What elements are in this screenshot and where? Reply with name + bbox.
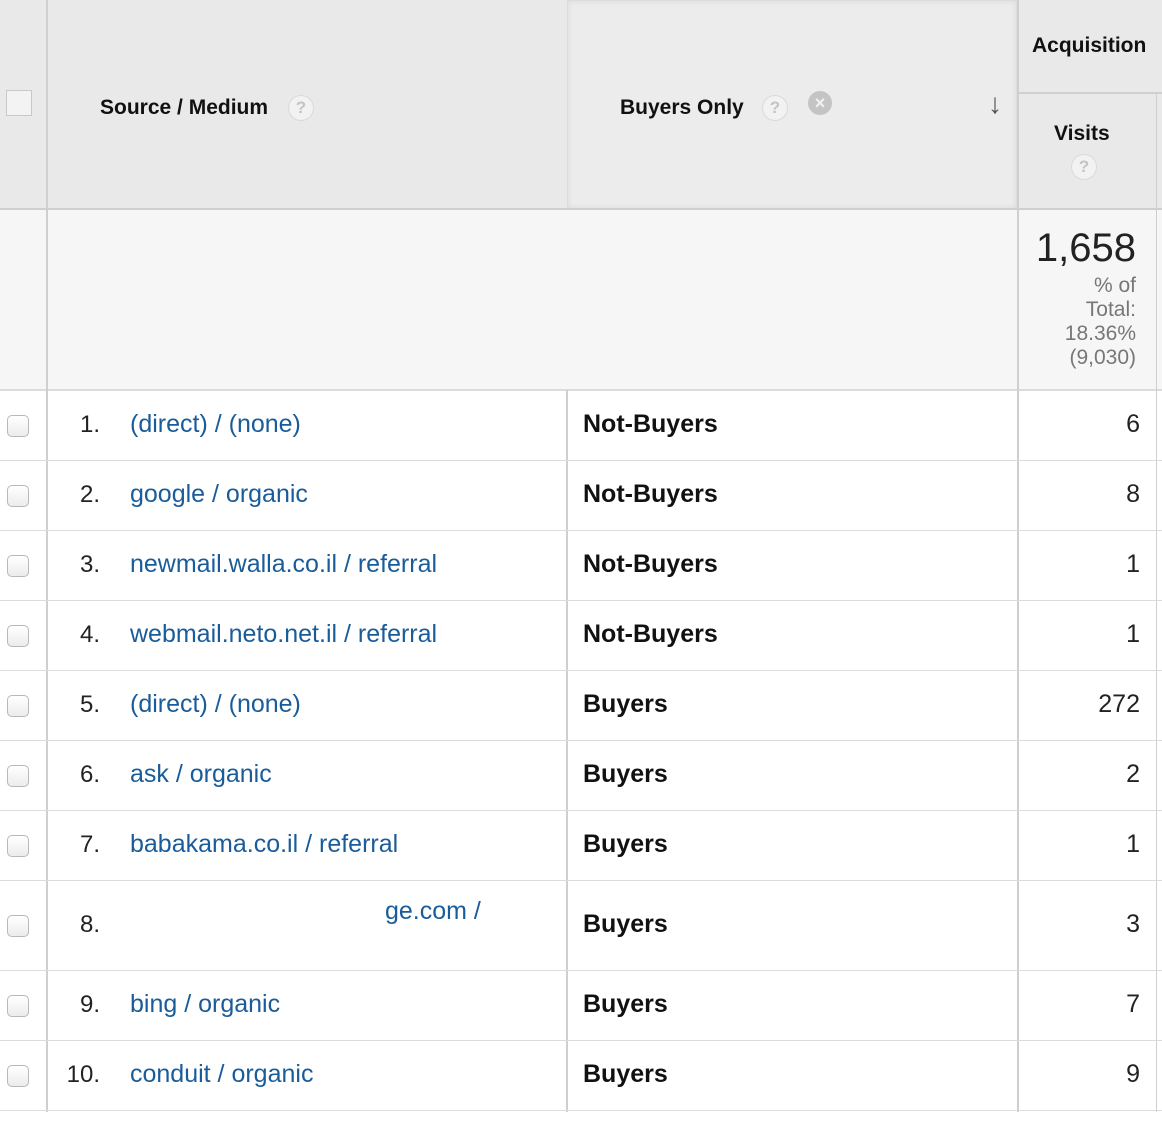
table-row: 8. ge.com / Buyers 3	[0, 881, 1162, 971]
row-checkbox[interactable]	[7, 835, 29, 857]
buyers-segment-value: Buyers	[583, 830, 668, 858]
row-checkbox[interactable]	[7, 555, 29, 577]
source-medium-link[interactable]: ask / organic	[130, 760, 272, 789]
visits-value: 1	[1126, 620, 1140, 648]
table-row: 3. newmail.walla.co.il / referral Not-Buye…	[0, 531, 1162, 601]
row-checkbox[interactable]	[7, 485, 29, 507]
row-number: 7.	[79, 831, 100, 858]
visits-percent-of-total: % of Total: 18.36% (9,030)	[1026, 274, 1136, 370]
buyers-segment-value: Buyers	[583, 1060, 668, 1088]
row-number: 4.	[79, 621, 100, 648]
source-medium-link[interactable]: (direct) / (none)	[130, 690, 301, 719]
acquisition-divider	[1019, 92, 1162, 94]
visits-value: 1	[1126, 550, 1140, 578]
visits-total: 1,658	[1035, 226, 1136, 270]
buyers-segment-value: Buyers	[583, 990, 668, 1018]
table-row: 10. conduit / organic Buyers 9	[0, 1041, 1162, 1111]
buyers-segment-value: Not-Buyers	[583, 620, 718, 648]
visits-value: 272	[1098, 690, 1140, 718]
pct-line-2: Total:	[1085, 298, 1136, 321]
table-row: 6. ask / organic Buyers 2	[0, 741, 1162, 811]
source-medium-link[interactable]: newmail.walla.co.il / referral	[130, 550, 437, 579]
row-number: 6.	[79, 761, 100, 788]
source-medium-link[interactable]: babakama.co.il / referral	[130, 830, 398, 859]
visits-header[interactable]: Visits	[1054, 122, 1110, 146]
buyers-segment-value: Not-Buyers	[583, 480, 718, 508]
row-number: 1.	[79, 411, 100, 438]
table-row: 2. google / organic Not-Buyers 8	[0, 461, 1162, 531]
pct-line-1: % of	[1093, 274, 1136, 297]
buyers-segment-value: Buyers	[583, 690, 668, 718]
row-checkbox[interactable]	[7, 415, 29, 437]
visits-value: 6	[1126, 410, 1140, 438]
buyers-segment-value: Buyers	[583, 760, 668, 788]
select-all-checkbox[interactable]	[6, 90, 32, 116]
row-divider	[0, 1110, 1162, 1111]
source-medium-link[interactable]: google / organic	[130, 480, 308, 509]
source-medium-link[interactable]: ge.com /	[385, 897, 481, 926]
summary-row	[0, 210, 1162, 390]
row-checkbox[interactable]	[7, 1065, 29, 1087]
visits-value: 2	[1126, 760, 1140, 788]
row-checkbox[interactable]	[7, 915, 29, 937]
buyers-segment-value: Not-Buyers	[583, 550, 718, 578]
table-row: 9. bing / organic Buyers 7	[0, 971, 1162, 1041]
acquisition-header: Acquisition	[1032, 34, 1147, 57]
row-number: 9.	[79, 991, 100, 1018]
buyers-only-header[interactable]: Buyers Only	[620, 96, 744, 120]
row-checkbox[interactable]	[7, 995, 29, 1017]
row-number: 10.	[66, 1061, 100, 1088]
row-checkbox[interactable]	[7, 625, 29, 647]
row-number: 2.	[79, 481, 100, 508]
table-row: 4. webmail.neto.net.il / referral Not-Buye…	[0, 601, 1162, 671]
visits-help-icon[interactable]: ?	[1071, 154, 1097, 180]
source-medium-link[interactable]: (direct) / (none)	[130, 410, 301, 439]
table-row: 5. (direct) / (none) Buyers 272	[0, 671, 1162, 741]
source-medium-link[interactable]: bing / organic	[130, 990, 280, 1019]
buyers-segment-value: Buyers	[583, 910, 668, 938]
source-medium-header[interactable]: Source / Medium	[100, 96, 268, 120]
source-help-icon[interactable]: ?	[288, 95, 314, 121]
visits-value: 1	[1126, 830, 1140, 858]
pct-line-3: 18.36%	[1064, 322, 1136, 345]
visits-value: 3	[1126, 910, 1140, 938]
pct-line-4: (9,030)	[1069, 346, 1136, 369]
row-checkbox[interactable]	[7, 695, 29, 717]
row-number: 5.	[79, 691, 100, 718]
remove-dimension-icon[interactable]: ×	[808, 91, 832, 115]
row-checkbox[interactable]	[7, 765, 29, 787]
visits-value: 8	[1126, 480, 1140, 508]
table-row: 7. babakama.co.il / referral Buyers 1	[0, 811, 1162, 881]
source-medium-link[interactable]: conduit / organic	[130, 1060, 313, 1089]
table-row: 1. (direct) / (none) Not-Buyers 6	[0, 391, 1162, 461]
row-number: 8.	[79, 911, 100, 938]
buyers-help-icon[interactable]: ?	[762, 95, 788, 121]
buyers-segment-value: Not-Buyers	[583, 410, 718, 438]
row-number: 3.	[79, 551, 100, 578]
sort-descending-icon[interactable]: ↓	[988, 88, 1002, 120]
visits-value: 9	[1126, 1060, 1140, 1088]
source-medium-link[interactable]: webmail.neto.net.il / referral	[130, 620, 437, 649]
visits-value: 7	[1126, 990, 1140, 1018]
